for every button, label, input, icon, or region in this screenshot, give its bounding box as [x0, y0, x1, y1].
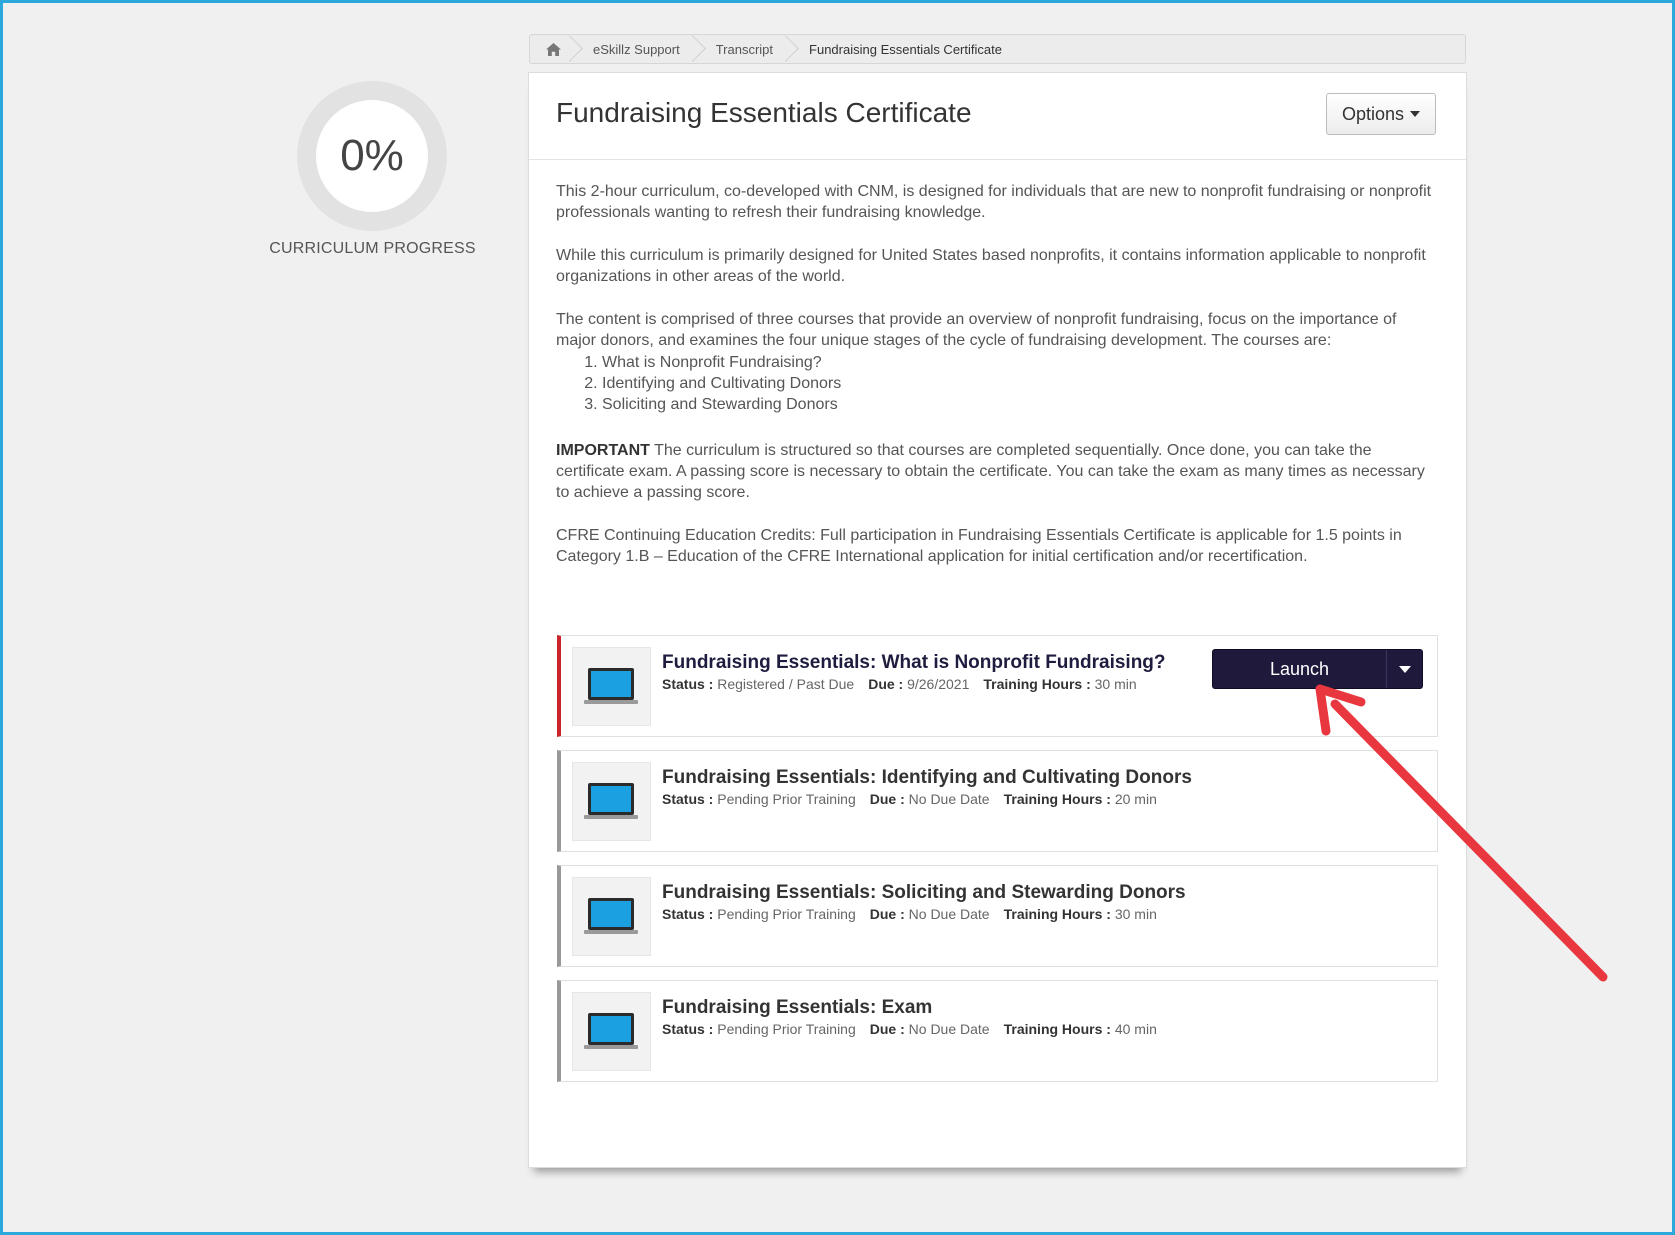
training-meta: Status : Registered / Past Due Due : 9/26… — [662, 676, 1137, 692]
card-header: Fundraising Essentials Certificate Optio… — [529, 73, 1466, 160]
laptop-icon — [584, 1013, 638, 1049]
status-value: Pending Prior Training — [717, 906, 856, 922]
curriculum-description: This 2-hour curriculum, co-developed wit… — [556, 181, 1436, 589]
training-thumbnail — [572, 992, 651, 1071]
launch-button-group: Launch — [1212, 649, 1423, 689]
training-title[interactable]: Fundraising Essentials: Identifying and … — [662, 767, 1192, 789]
laptop-icon — [584, 898, 638, 934]
options-label: Options — [1341, 103, 1405, 124]
breadcrumb-home[interactable] — [530, 35, 575, 63]
training-item[interactable]: Fundraising Essentials: Exam Status : Pe… — [557, 980, 1438, 1082]
training-thumbnail — [572, 762, 651, 841]
course-list-item: What is Nonprofit Fundraising? — [602, 352, 1436, 373]
hours-label: Training Hours : — [1003, 1021, 1111, 1037]
launch-button[interactable]: Launch — [1213, 650, 1387, 688]
due-value: 9/26/2021 — [907, 676, 970, 692]
description-paragraph: This 2-hour curriculum, co-developed wit… — [556, 183, 1432, 221]
caret-down-icon — [1410, 111, 1421, 117]
important-paragraph: IMPORTANT The curriculum is structured s… — [556, 440, 1436, 503]
status-label: Status : — [662, 1021, 714, 1037]
launch-dropdown-toggle[interactable] — [1387, 650, 1422, 688]
due-label: Due : — [869, 1021, 905, 1037]
breadcrumb-transcript[interactable]: Transcript — [698, 35, 791, 63]
hours-value: 30 min — [1094, 676, 1137, 692]
training-meta: Status : Pending Prior Training Due : No … — [662, 1021, 1157, 1037]
training-thumbnail — [572, 877, 651, 956]
status-label: Status : — [662, 791, 714, 807]
course-list-item: Soliciting and Stewarding Donors — [602, 394, 1436, 415]
due-value: No Due Date — [908, 791, 990, 807]
hours-label: Training Hours : — [983, 676, 1091, 692]
due-value: No Due Date — [908, 906, 990, 922]
curriculum-card: Fundraising Essentials Certificate Optio… — [528, 72, 1467, 1168]
hours-value: 40 min — [1114, 1021, 1157, 1037]
breadcrumb-eskillz-support[interactable]: eSkillz Support — [575, 35, 698, 63]
course-list-item: Identifying and Cultivating Donors — [602, 373, 1436, 394]
due-label: Due : — [869, 906, 905, 922]
important-text: The curriculum is structured so that cou… — [556, 442, 1425, 501]
training-item[interactable]: Fundraising Essentials: What is Nonprofi… — [557, 635, 1438, 737]
due-label: Due : — [868, 676, 904, 692]
caret-down-icon — [1398, 665, 1411, 673]
home-icon — [546, 42, 561, 56]
description-paragraph: The content is comprised of three course… — [556, 311, 1397, 349]
cfre-paragraph: CFRE Continuing Education Credits: Full … — [556, 527, 1402, 565]
course-list: What is Nonprofit Fundraising? Identifyi… — [556, 352, 1436, 415]
page-title: Fundraising Essentials Certificate — [556, 97, 972, 128]
laptop-icon — [584, 783, 638, 819]
due-label: Due : — [869, 791, 905, 807]
training-meta: Status : Pending Prior Training Due : No … — [662, 791, 1157, 807]
training-meta: Status : Pending Prior Training Due : No … — [662, 906, 1157, 922]
training-thumbnail — [572, 647, 651, 726]
training-title[interactable]: Fundraising Essentials: What is Nonprofi… — [662, 652, 1166, 674]
status-label: Status : — [662, 676, 714, 692]
important-label: IMPORTANT — [556, 442, 650, 459]
hours-label: Training Hours : — [1003, 906, 1111, 922]
training-item[interactable]: Fundraising Essentials: Identifying and … — [557, 750, 1438, 852]
hours-label: Training Hours : — [1003, 791, 1111, 807]
status-value: Pending Prior Training — [717, 791, 856, 807]
breadcrumb-current: Fundraising Essentials Certificate — [809, 41, 1002, 57]
progress-label: CURRICULUM PROGRESS — [269, 240, 476, 257]
laptop-icon — [584, 668, 638, 704]
hours-value: 30 min — [1114, 906, 1157, 922]
status-label: Status : — [662, 906, 714, 922]
progress-percent: 0% — [316, 100, 428, 212]
due-value: No Due Date — [908, 1021, 990, 1037]
training-item[interactable]: Fundraising Essentials: Soliciting and S… — [557, 865, 1438, 967]
description-paragraph: While this curriculum is primarily desig… — [556, 247, 1426, 285]
status-value: Registered / Past Due — [717, 676, 855, 692]
breadcrumb: eSkillz Support Transcript Fundraising E… — [529, 34, 1466, 64]
curriculum-progress-ring: 0% — [297, 81, 447, 231]
options-button[interactable]: Options — [1326, 93, 1436, 135]
hours-value: 20 min — [1114, 791, 1157, 807]
training-title[interactable]: Fundraising Essentials: Exam — [662, 997, 932, 1019]
training-title[interactable]: Fundraising Essentials: Soliciting and S… — [662, 882, 1186, 904]
status-value: Pending Prior Training — [717, 1021, 856, 1037]
